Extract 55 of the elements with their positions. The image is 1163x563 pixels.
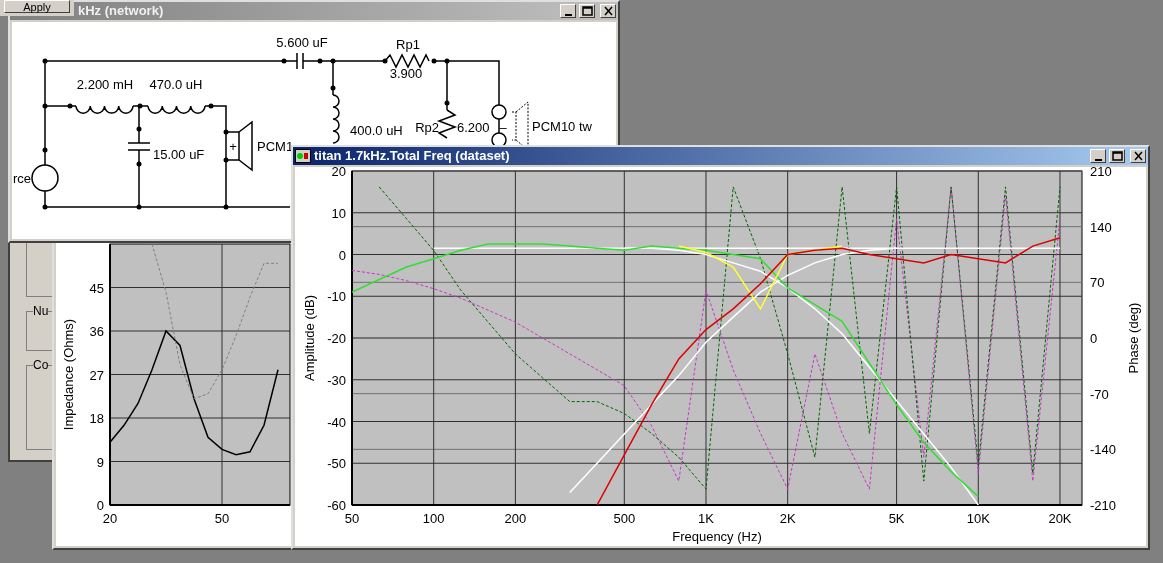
axis-tick-label: -140 <box>1090 442 1117 458</box>
component-label: rce <box>12 171 31 186</box>
axis-tick-label: 36 <box>89 324 104 339</box>
component-label: PCM1 <box>257 139 294 154</box>
axis-tick-label: 500 <box>613 511 636 526</box>
axis-title: Impedance (Ohms) <box>61 318 76 431</box>
axis-tick-label: -10 <box>327 289 346 305</box>
axis-tick-label: 1K <box>698 511 714 526</box>
component-label: 6.200 <box>457 120 490 135</box>
axis-tick-label: -30 <box>327 372 346 388</box>
axis-tick-label: 50 <box>214 511 230 526</box>
axis-tick-label: 210 <box>1090 167 1112 179</box>
axis-tick-label: -20 <box>327 331 346 346</box>
axis-tick-label: -60 <box>327 498 346 513</box>
component-label: PCM10 tw <box>532 119 592 134</box>
component-label: 5.600 uF <box>276 35 328 50</box>
axis-tick-label: -40 <box>327 414 346 430</box>
axis-tick-label: 27 <box>89 367 104 383</box>
axis-tick-label: -70 <box>1090 386 1109 402</box>
axis-title: Amplitude (dB) <box>302 295 317 381</box>
axis-tick-label: 9 <box>96 454 104 470</box>
axis-tick-label: 20 <box>331 167 346 179</box>
polarity-mark: + <box>229 139 237 154</box>
group-label: Nu <box>33 304 49 318</box>
window-title: kHz (network) <box>78 2 164 21</box>
axis-tick-label: 45 <box>89 280 104 296</box>
window-title: titan 1.7kHz.Total Freq (dataset) <box>314 147 510 166</box>
axis-tick-label: 5K <box>888 511 905 526</box>
axis-title: Phase (deg) <box>1126 302 1141 374</box>
axis-tick-label: 140 <box>1090 219 1112 235</box>
axis-tick-label: 0 <box>96 498 104 513</box>
axis-tick-label: 100 <box>422 511 445 526</box>
component-label: 3.900 <box>389 66 423 81</box>
axis-tick-label: 2K <box>779 511 796 526</box>
group-label: Co <box>33 358 49 372</box>
axis-title: Frequency (Hz) <box>672 529 762 544</box>
axis-tick-label: 10 <box>331 205 346 221</box>
component-label: 400.0 uH <box>350 123 403 138</box>
axis-tick-label: 20K <box>1048 511 1072 526</box>
axis-tick-label: 200 <box>504 511 527 526</box>
axis-tick-label: 20 <box>102 511 118 526</box>
component-label: 15.00 uF <box>153 147 205 162</box>
axis-tick-label: 0 <box>1090 331 1098 346</box>
component-label: Rp1 <box>396 37 420 52</box>
component-label: Rp2 <box>415 120 439 135</box>
axis-tick-label: 18 <box>89 411 104 426</box>
axis-tick-label: 50 <box>344 511 360 526</box>
component-label: 470.0 uH <box>149 77 203 92</box>
axis-tick-label: 70 <box>1090 275 1105 291</box>
polarity-mark: – <box>499 120 507 135</box>
axis-tick-label: -210 <box>1090 498 1117 513</box>
axis-tick-label: 0 <box>338 247 346 263</box>
axis-tick-label: 10K <box>966 511 990 526</box>
component-label: 2.200 mH <box>76 77 134 92</box>
axis-tick-label: -50 <box>327 456 346 472</box>
